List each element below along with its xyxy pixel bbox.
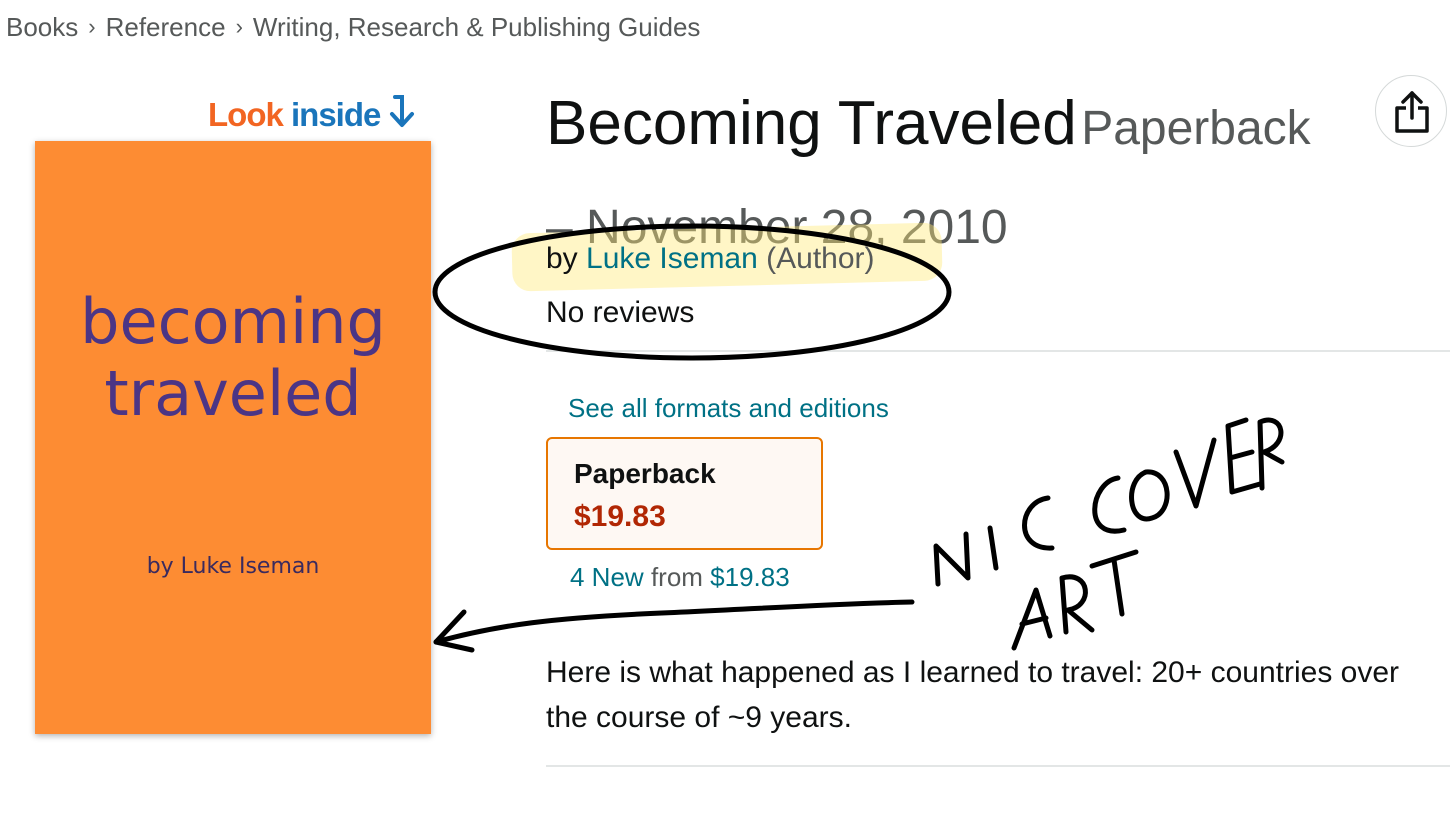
divider xyxy=(546,765,1450,767)
product-description: Here is what happened as I learned to tr… xyxy=(546,656,1400,734)
breadcrumb-writing-guides[interactable]: Writing, Research & Publishing Guides xyxy=(253,12,701,42)
look-inside-button[interactable]: Look inside xyxy=(208,94,415,134)
breadcrumb-books[interactable]: Books xyxy=(6,12,78,42)
format-price: $19.83 xyxy=(574,500,666,533)
breadcrumb-chevron-icon: › xyxy=(235,14,243,39)
breadcrumb: Books › Reference › Writing, Research & Publ… xyxy=(6,12,700,43)
divider xyxy=(546,350,1450,352)
author-link[interactable]: Luke Iseman xyxy=(586,242,758,275)
author-role: (Author) xyxy=(766,242,875,275)
byline-prefix: by xyxy=(546,242,578,275)
book-cover-image[interactable]: becoming traveled by Luke Iseman xyxy=(35,141,431,734)
look-inside-arrow-icon xyxy=(389,95,414,127)
product-format: Paperback xyxy=(1081,102,1311,155)
look-inside-inside-text: inside xyxy=(291,96,381,133)
cover-title-line2: traveled xyxy=(104,357,362,430)
new-offers-from: from xyxy=(650,562,703,592)
breadcrumb-reference[interactable]: Reference xyxy=(106,12,226,42)
share-button[interactable] xyxy=(1375,75,1447,147)
breadcrumb-chevron-icon: › xyxy=(88,14,96,39)
cover-author: by Luke Iseman xyxy=(146,554,320,579)
byline: by Luke Iseman (Author) xyxy=(546,242,875,276)
annotation-arrowhead xyxy=(433,609,475,653)
new-offers-price-link[interactable]: $19.83 xyxy=(710,562,790,592)
format-option-paperback[interactable]: Paperback $19.83 xyxy=(546,437,823,550)
new-offers-count-link[interactable]: 4 New xyxy=(570,562,644,592)
see-all-formats-link[interactable]: See all formats and editions xyxy=(568,393,889,424)
reviews-count: No reviews xyxy=(546,296,695,329)
annotation-handwriting-nice-cover-art xyxy=(933,417,1285,651)
new-offers: 4 New from $19.83 xyxy=(570,562,790,593)
annotation-arrow xyxy=(433,599,915,645)
cover-title-line1: becoming xyxy=(80,285,386,358)
cover-title: becoming traveled xyxy=(35,286,431,430)
look-inside-look-text: Look xyxy=(208,96,284,133)
format-name: Paperback xyxy=(574,458,716,489)
share-icon xyxy=(1395,91,1429,133)
product-title-text: Becoming Traveled xyxy=(546,89,1077,158)
